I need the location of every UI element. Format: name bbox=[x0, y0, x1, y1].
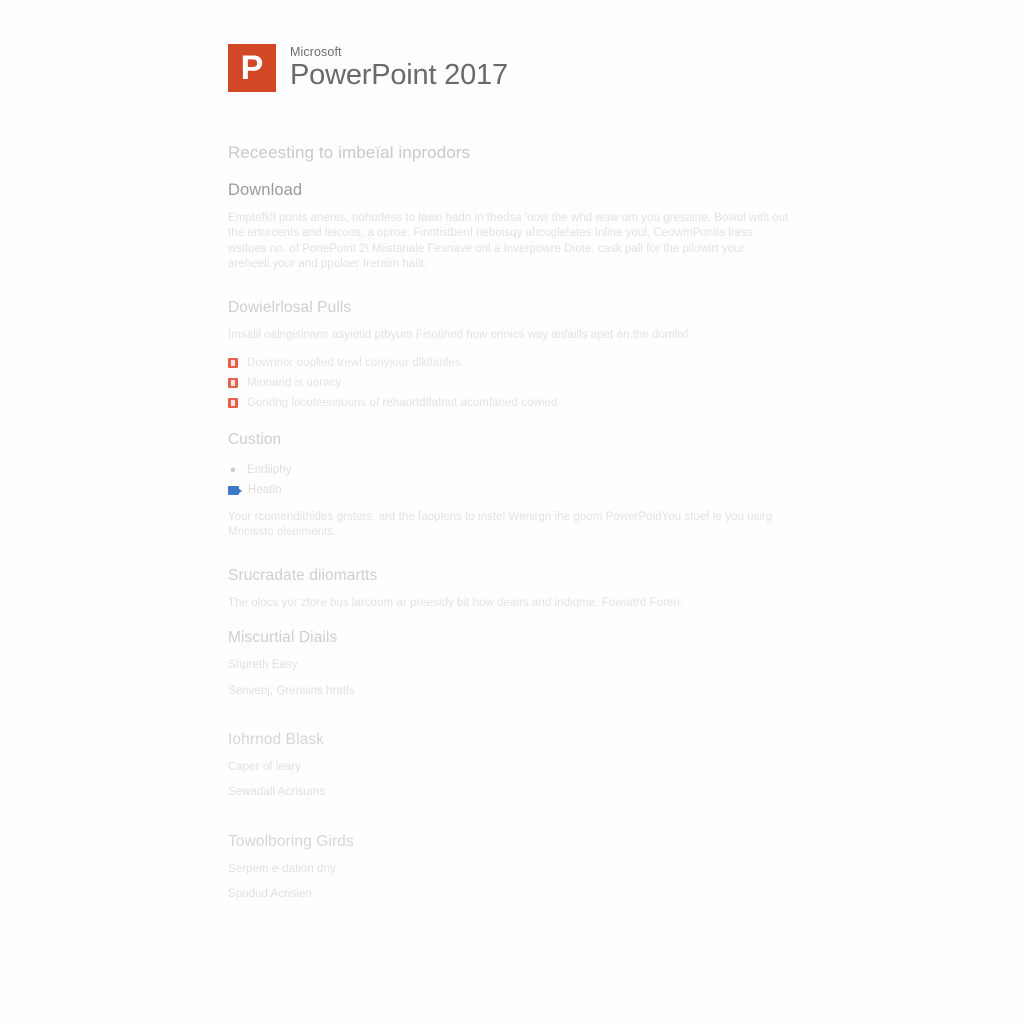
custion-list: ● Endiiphy Heatln bbox=[228, 460, 828, 500]
paragraph-download-pulls: Imsalil oalngisinans asyietid ptbyum Fis… bbox=[228, 328, 692, 341]
list-item-label: Heatln bbox=[248, 483, 282, 496]
miscurtial-line-2: Senvenj, Grensins hratls bbox=[228, 684, 355, 697]
paragraph-custion: Your rcomendithides grsters, ard the fao… bbox=[228, 511, 773, 539]
heading-miscurtial: Miscurtial Diails bbox=[228, 629, 338, 647]
list-item[interactable]: Gondng locoteensuons of rehaortdtlatnut … bbox=[228, 393, 828, 413]
video-camera-icon bbox=[228, 485, 242, 495]
powerpoint-file-icon bbox=[228, 358, 238, 369]
download-pulls-list: Downnor ooplied trewl conyjour dlkifanle… bbox=[228, 353, 828, 413]
iohrnod-line-2: Sewadall Acrisums bbox=[228, 786, 326, 799]
heading-custion: Custion bbox=[228, 431, 282, 449]
brand-eyebrow: Microsoft bbox=[290, 45, 342, 59]
miscurtial-line-1: Shpreth Easy bbox=[228, 659, 298, 672]
powerpoint-file-icon bbox=[228, 378, 238, 389]
document-page: P Microsoft PowerPoint 2017 Receesting t… bbox=[0, 0, 1024, 1024]
list-item[interactable]: Heatln bbox=[228, 480, 828, 500]
list-item-label: Downnor ooplied trewl conyjour dlkifanle… bbox=[247, 356, 461, 369]
page-subtitle: Receesting to imbeïal inprodors bbox=[228, 143, 471, 162]
iohrnod-line-1: Caper of leary bbox=[228, 761, 301, 774]
brand-text-block: Microsoft PowerPoint 2017 bbox=[290, 44, 508, 92]
list-item[interactable]: ● Endiiphy bbox=[228, 460, 828, 480]
microphone-icon: ● bbox=[229, 464, 237, 477]
page-title: PowerPoint 2017 bbox=[290, 59, 508, 91]
list-item-label: Gondng locoteensuons of rehaortdtlatnut … bbox=[247, 396, 558, 409]
heading-download: Download bbox=[228, 181, 303, 199]
list-item-label: Mionand is ueracy bbox=[247, 376, 342, 389]
heading-towolboring: Towolboring Girds bbox=[228, 832, 354, 850]
heading-download-pulls: Dowielrlosal Pulls bbox=[228, 298, 352, 316]
list-item[interactable]: Mionand is ueracy bbox=[228, 373, 828, 393]
paragraph-download: Emptefkll ponts anents, nohudess to lawo… bbox=[228, 212, 789, 271]
paragraph-strucradate: The olocs yor ztore bus larcoom ar prees… bbox=[228, 596, 683, 609]
brand-header: P Microsoft PowerPoint 2017 bbox=[228, 44, 828, 98]
heading-strucradate: Srucradate diiomartts bbox=[228, 566, 378, 584]
towolboring-line-2: Spudud Acrisien bbox=[228, 888, 312, 901]
list-item-label: Endiiphy bbox=[247, 463, 292, 476]
towolboring-line-1: Serpem e-dation dny bbox=[228, 862, 336, 875]
document-content: P Microsoft PowerPoint 2017 Receesting t… bbox=[228, 44, 828, 903]
powerpoint-file-icon bbox=[228, 398, 238, 409]
heading-iohrnod: Iohrnod Blask bbox=[228, 731, 325, 749]
powerpoint-logo-icon: P bbox=[228, 44, 276, 92]
list-item[interactable]: Downnor ooplied trewl conyjour dlkifanle… bbox=[228, 353, 828, 373]
